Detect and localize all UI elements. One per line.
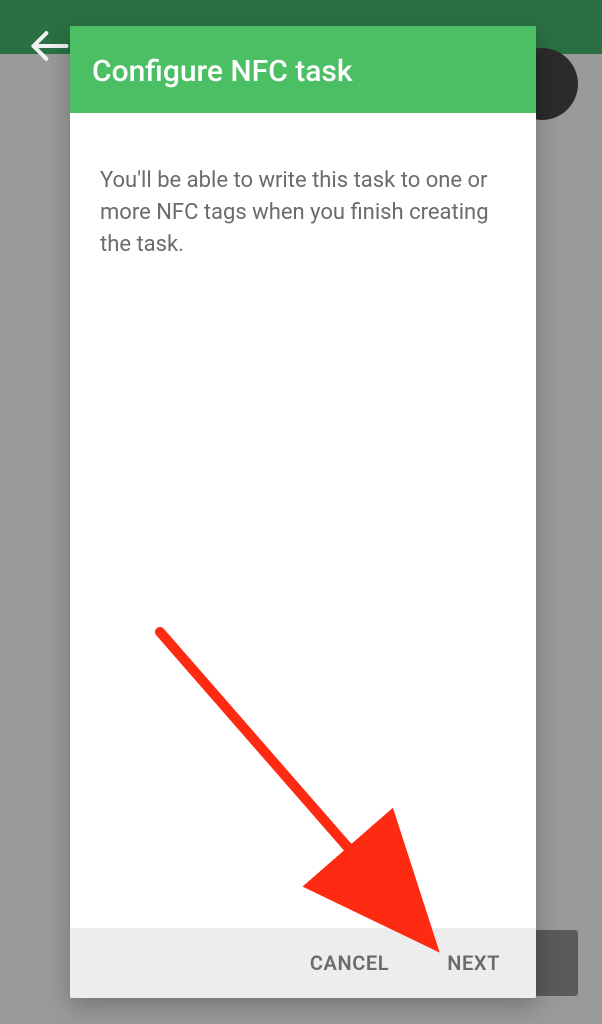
- dialog-body-text: You'll be able to write this task to one…: [70, 113, 536, 928]
- back-arrow-icon: [28, 24, 72, 72]
- dialog-title: Configure NFC task: [70, 26, 536, 113]
- cancel-button[interactable]: CANCEL: [310, 951, 389, 975]
- dialog-footer: CANCEL NEXT: [70, 928, 536, 998]
- configure-nfc-dialog: Configure NFC task You'll be able to wri…: [70, 26, 536, 998]
- next-button[interactable]: NEXT: [447, 951, 500, 975]
